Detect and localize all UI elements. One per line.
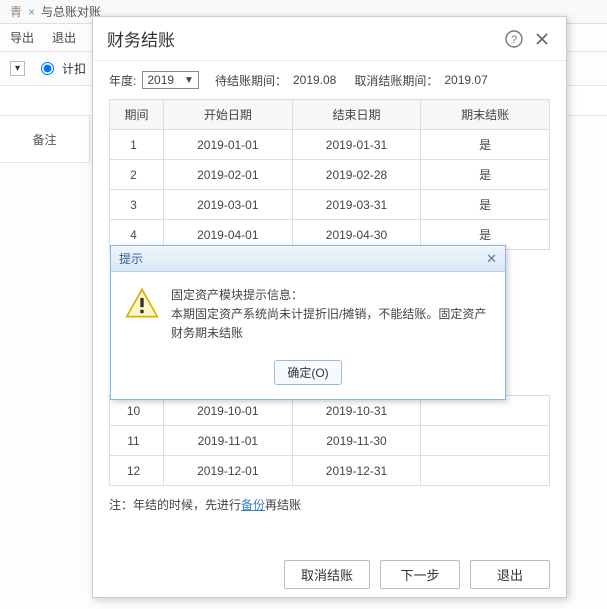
col-end: 结束日期 bbox=[292, 100, 421, 130]
col-period: 期间 bbox=[110, 100, 164, 130]
close-icon[interactable]: × bbox=[28, 5, 35, 19]
cancel-period-label: 取消结账期间： bbox=[354, 72, 438, 89]
close-icon[interactable] bbox=[532, 29, 552, 49]
cell-start: 2019-03-01 bbox=[164, 190, 293, 220]
year-label: 年度: bbox=[109, 72, 136, 89]
cell-start: 2019-02-01 bbox=[164, 160, 293, 190]
cell-end: 2019-10-31 bbox=[292, 396, 421, 426]
cell-period: 10 bbox=[110, 396, 164, 426]
dialog-header: 财务结账 ? bbox=[93, 17, 566, 61]
periods-table-bottom: 10 2019-10-01 2019-10-31 11 2019-11-01 2… bbox=[109, 395, 550, 486]
note-prefix: 注：年结的时候，先进行 bbox=[109, 498, 241, 512]
help-icon[interactable]: ? bbox=[504, 29, 524, 49]
chevron-down-icon: ▼ bbox=[184, 75, 194, 86]
table-row[interactable]: 11 2019-11-01 2019-11-30 bbox=[110, 426, 550, 456]
exit-button[interactable]: 退出 bbox=[52, 29, 76, 46]
alert-header: 提示 ✕ bbox=[111, 246, 505, 272]
cell-end: 2019-11-30 bbox=[292, 426, 421, 456]
table-row[interactable]: 10 2019-10-01 2019-10-31 bbox=[110, 396, 550, 426]
table-row[interactable]: 2 2019-02-01 2019-02-28 是 bbox=[110, 160, 550, 190]
cancel-period-value: 2019.07 bbox=[444, 73, 487, 87]
cancel-close-button[interactable]: 取消结账 bbox=[284, 560, 370, 589]
cell-period: 2 bbox=[110, 160, 164, 190]
cell-closed: 是 bbox=[421, 160, 550, 190]
cell-closed bbox=[421, 426, 550, 456]
cell-end: 2019-01-31 bbox=[292, 130, 421, 160]
dialog-footer: 取消结账 下一步 退出 bbox=[93, 551, 566, 597]
cell-end: 2019-12-31 bbox=[292, 456, 421, 486]
alert-dialog: 提示 ✕ 固定资产模块提示信息： 本期固定资产系统尚未计提折旧/摊销，不能结账。… bbox=[110, 245, 506, 400]
cell-start: 2019-10-01 bbox=[164, 396, 293, 426]
cell-end: 2019-02-28 bbox=[292, 160, 421, 190]
plan-radio[interactable] bbox=[41, 62, 54, 75]
plan-radio-label: 计扣 bbox=[62, 60, 86, 77]
cell-closed bbox=[421, 396, 550, 426]
cell-period: 12 bbox=[110, 456, 164, 486]
dialog-title: 财务结账 bbox=[107, 26, 496, 51]
note-suffix: 再结账 bbox=[265, 498, 301, 512]
remark-header: 备注 bbox=[0, 117, 90, 163]
next-button[interactable]: 下一步 bbox=[380, 560, 460, 589]
pending-value: 2019.08 bbox=[293, 73, 336, 87]
year-select[interactable]: 2019 ▼ bbox=[142, 71, 199, 89]
cell-start: 2019-12-01 bbox=[164, 456, 293, 486]
table-row[interactable]: 1 2019-01-01 2019-01-31 是 bbox=[110, 130, 550, 160]
cell-period: 11 bbox=[110, 426, 164, 456]
exit-button[interactable]: 退出 bbox=[470, 560, 550, 589]
export-button[interactable]: 导出 bbox=[10, 29, 34, 46]
cell-start: 2019-01-01 bbox=[164, 130, 293, 160]
table-row[interactable]: 12 2019-12-01 2019-12-31 bbox=[110, 456, 550, 486]
col-closed: 期末结账 bbox=[421, 100, 550, 130]
ok-button[interactable]: 确定(O) bbox=[274, 360, 341, 385]
cell-end: 2019-03-31 bbox=[292, 190, 421, 220]
warning-icon bbox=[125, 286, 159, 320]
cell-start: 2019-11-01 bbox=[164, 426, 293, 456]
pending-label: 待结账期间： bbox=[215, 72, 287, 89]
cell-closed: 是 bbox=[421, 190, 550, 220]
year-row: 年度: 2019 ▼ 待结账期间： 2019.08 取消结账期间： 2019.0… bbox=[109, 67, 550, 93]
periods-table-top: 期间 开始日期 结束日期 期末结账 1 2019-01-01 2019-01-3… bbox=[109, 99, 550, 250]
chevron-down-icon[interactable]: ▾ bbox=[10, 61, 25, 76]
svg-text:?: ? bbox=[511, 34, 517, 46]
alert-title: 提示 bbox=[119, 250, 143, 267]
cell-period: 1 bbox=[110, 130, 164, 160]
table-header-row: 期间 开始日期 结束日期 期末结账 bbox=[110, 100, 550, 130]
cell-period: 3 bbox=[110, 190, 164, 220]
cell-closed: 是 bbox=[421, 130, 550, 160]
backup-link[interactable]: 备份 bbox=[241, 498, 265, 512]
close-icon[interactable]: ✕ bbox=[486, 251, 497, 267]
alert-line2: 本期固定资产系统尚未计提折旧/摊销，不能结账。固定资产财务期未结账 bbox=[171, 305, 491, 343]
note-row: 注：年结的时候，先进行备份再结账 bbox=[109, 496, 550, 513]
tab-title: 青 bbox=[10, 3, 22, 20]
alert-text: 固定资产模块提示信息： 本期固定资产系统尚未计提折旧/摊销，不能结账。固定资产财… bbox=[171, 286, 491, 344]
table-row[interactable]: 3 2019-03-01 2019-03-31 是 bbox=[110, 190, 550, 220]
cell-closed bbox=[421, 456, 550, 486]
alert-line1: 固定资产模块提示信息： bbox=[171, 286, 491, 305]
col-start: 开始日期 bbox=[164, 100, 293, 130]
year-value: 2019 bbox=[147, 73, 174, 87]
